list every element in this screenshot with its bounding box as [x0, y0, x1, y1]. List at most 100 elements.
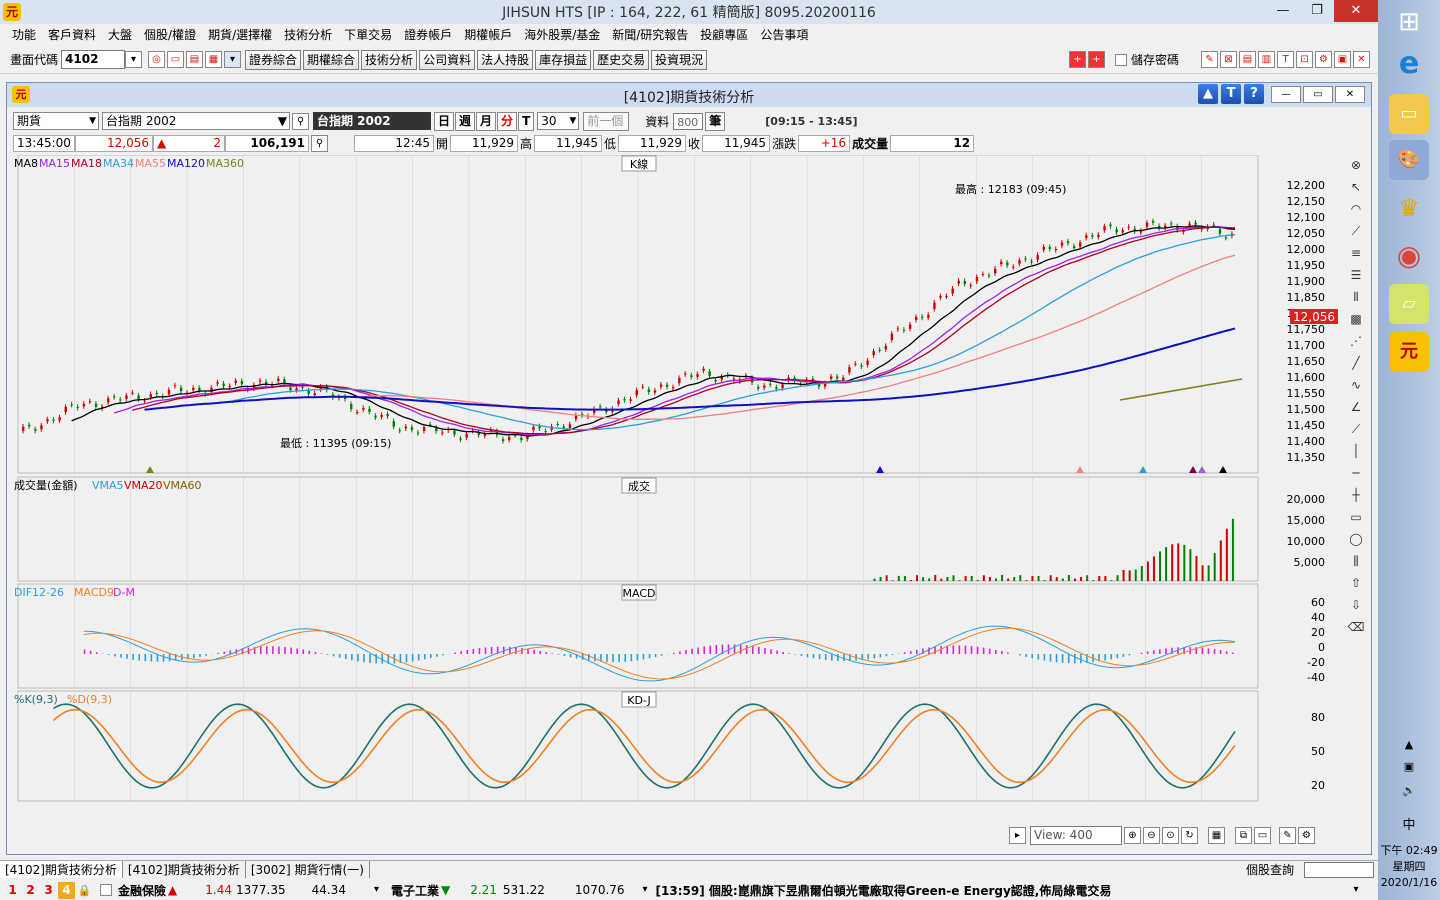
menu-item-function[interactable]: 功能: [6, 26, 42, 43]
tool-icon-9[interactable]: ✕: [1353, 51, 1370, 68]
btn-technical[interactable]: 技術分析: [361, 49, 418, 70]
tool-icon-6[interactable]: ⊡: [1296, 51, 1313, 68]
trend-line-icon[interactable]: ⟋: [1346, 221, 1366, 241]
menu-item-overseas[interactable]: 海外股票/基金: [518, 26, 606, 43]
ray-icon[interactable]: ⟋: [1346, 419, 1366, 439]
jihsun-icon[interactable]: 元: [1389, 332, 1429, 372]
menu-item-stock[interactable]: 個股/權證: [138, 26, 202, 43]
view-input[interactable]: View: 400: [1030, 825, 1122, 845]
menu-item-advisor[interactable]: 投顧專區: [694, 26, 754, 43]
arrow-down-icon[interactable]: ⇩: [1346, 595, 1366, 615]
tab-futures-quote[interactable]: [3002] 期貨行情(一): [246, 861, 370, 878]
cancel-draw-icon[interactable]: ⊗: [1346, 155, 1366, 175]
pen-icon[interactable]: ✎: [1279, 826, 1296, 844]
save-password-checkbox[interactable]: [1114, 53, 1127, 66]
zoom-out-icon[interactable]: ⊖: [1143, 826, 1160, 844]
pointer-icon[interactable]: ↖: [1346, 177, 1366, 197]
parallel-lines-icon[interactable]: ≡: [1346, 243, 1366, 263]
indicator-icon[interactable]: ▦: [1208, 826, 1225, 844]
menu-item-technical[interactable]: 技術分析: [278, 26, 338, 43]
code-input[interactable]: 4102: [61, 50, 126, 69]
inner-restore-button[interactable]: ▭: [1303, 86, 1333, 103]
ie-icon[interactable]: e: [1389, 44, 1429, 84]
volume-icon[interactable]: 🔊: [1378, 784, 1440, 797]
screen-2-button[interactable]: 2: [22, 882, 39, 899]
lock-icon[interactable]: 🔒: [76, 882, 93, 899]
horizontal-lines-icon[interactable]: ☰: [1346, 265, 1366, 285]
news-dropdown-icon[interactable]: ▾: [1348, 882, 1365, 899]
ellipse-icon[interactable]: ◯: [1346, 529, 1366, 549]
horizontal-line-icon[interactable]: ─: [1346, 463, 1366, 483]
help-icon[interactable]: ?: [1244, 84, 1264, 104]
vertical-line-icon[interactable]: │: [1346, 441, 1366, 461]
tool-icon-7[interactable]: ⚙: [1315, 51, 1332, 68]
inner-close-button[interactable]: ✕: [1335, 86, 1365, 103]
period-month[interactable]: 月: [476, 111, 497, 131]
minimize-button[interactable]: —: [1266, 0, 1300, 22]
network-icon[interactable]: ▣: [1378, 760, 1440, 773]
menu-item-announcement[interactable]: 公告事項: [754, 26, 814, 43]
menu-item-securities-account[interactable]: 證券帳戶: [398, 26, 458, 43]
prev-button[interactable]: 前一個: [583, 111, 630, 131]
menu-item-order[interactable]: 下單交易: [338, 26, 398, 43]
plus-flag-icon-2[interactable]: +: [1087, 51, 1105, 68]
menu-item-market[interactable]: 大盤: [102, 26, 138, 43]
chart-svg[interactable]: MA8 MA15 MA18 MA34 MA55 MA120 MA360 K線 12,200 12,…: [10, 154, 1343, 820]
period-minute[interactable]: 分: [497, 111, 518, 131]
btn-investment[interactable]: 投資現況: [651, 49, 708, 70]
news-ticker[interactable]: [13:59] 個股:崑鼎旗下昱鼎爾伯頓光電廠取得Green-e Energy認…: [656, 882, 1346, 899]
scroll-right-icon[interactable]: ▸: [1009, 826, 1026, 844]
menu-item-futures-account[interactable]: 期權帳戶: [458, 26, 518, 43]
ime-indicator[interactable]: 中: [1378, 814, 1440, 833]
close-button[interactable]: ✕: [1334, 0, 1378, 22]
screen-1-button[interactable]: 1: [4, 882, 21, 899]
tab-technical-2[interactable]: [4102]期貨技術分析: [123, 861, 246, 878]
grid-pattern-icon[interactable]: ▩: [1346, 309, 1366, 329]
tray-expand-icon[interactable]: ▲: [1378, 738, 1440, 751]
tool-icon-3[interactable]: ▤: [1239, 51, 1256, 68]
cross-icon[interactable]: ┼: [1346, 485, 1366, 505]
line-icon[interactable]: ╱: [1346, 353, 1366, 373]
file-explorer-icon[interactable]: ▭: [1389, 94, 1429, 134]
refresh-icon[interactable]: ↻: [1181, 826, 1198, 844]
menu-item-futures[interactable]: 期貨/選擇權: [202, 26, 278, 43]
paint-icon[interactable]: 🎨: [1389, 140, 1429, 180]
clock-time[interactable]: 下午 02:49: [1378, 842, 1440, 858]
ind2-dropdown-icon[interactable]: ▾: [637, 882, 654, 899]
screen-3-button[interactable]: 3: [40, 882, 57, 899]
inner-minimize-button[interactable]: —: [1271, 86, 1301, 103]
btn-futures-options[interactable]: 期權綜合: [303, 49, 360, 70]
chart-area[interactable]: MA8 MA15 MA18 MA34 MA55 MA120 MA360 K線 12,200 12,…: [10, 154, 1343, 820]
crown-icon[interactable]: ♛: [1389, 188, 1429, 228]
angle-icon[interactable]: ∠: [1346, 397, 1366, 417]
grid-icon[interactable]: ▦: [205, 51, 223, 68]
btn-history[interactable]: 歷史交易: [593, 49, 650, 70]
window-icon[interactable]: ▭: [167, 51, 185, 68]
columns-icon[interactable]: ⫼: [1346, 551, 1366, 571]
sticky-notes-icon[interactable]: ▱: [1389, 284, 1429, 324]
menu-item-news[interactable]: 新聞/研究報告: [606, 26, 694, 43]
tool-icon-4[interactable]: ▥: [1258, 51, 1275, 68]
rectangle-icon[interactable]: ▭: [1346, 507, 1366, 527]
vertical-lines-icon[interactable]: ⦀: [1346, 287, 1366, 307]
period-day[interactable]: 日: [434, 111, 455, 131]
layout-icon[interactable]: ▤: [186, 51, 204, 68]
symbol-select[interactable]: 台指期 2002 ▼: [102, 112, 290, 130]
btn-institutional[interactable]: 法人持股: [477, 49, 534, 70]
code-dropdown-icon[interactable]: ▾: [125, 51, 143, 68]
type-select[interactable]: 期貨 ▼: [13, 112, 99, 130]
plus-flag-icon[interactable]: +: [1068, 51, 1086, 68]
btn-securities[interactable]: 證券綜合: [245, 49, 302, 70]
ind1-dropdown-icon[interactable]: ▾: [368, 882, 385, 899]
tool-icon-5[interactable]: T: [1277, 51, 1294, 68]
zoom-in-icon[interactable]: ⊕: [1124, 826, 1141, 844]
stock-search-input[interactable]: [1304, 861, 1374, 878]
copy-icon[interactable]: ⧉: [1235, 826, 1252, 844]
window-layout-icon[interactable]: ▭: [1254, 826, 1271, 844]
dropdown-icon[interactable]: ▾: [224, 51, 242, 68]
tool-icon-2[interactable]: ⊠: [1220, 51, 1237, 68]
btn-company[interactable]: 公司資料: [419, 49, 476, 70]
data-count-input[interactable]: 800: [673, 112, 704, 130]
reset-zoom-icon[interactable]: ⊙: [1162, 826, 1179, 844]
status-checkbox[interactable]: [100, 884, 112, 896]
